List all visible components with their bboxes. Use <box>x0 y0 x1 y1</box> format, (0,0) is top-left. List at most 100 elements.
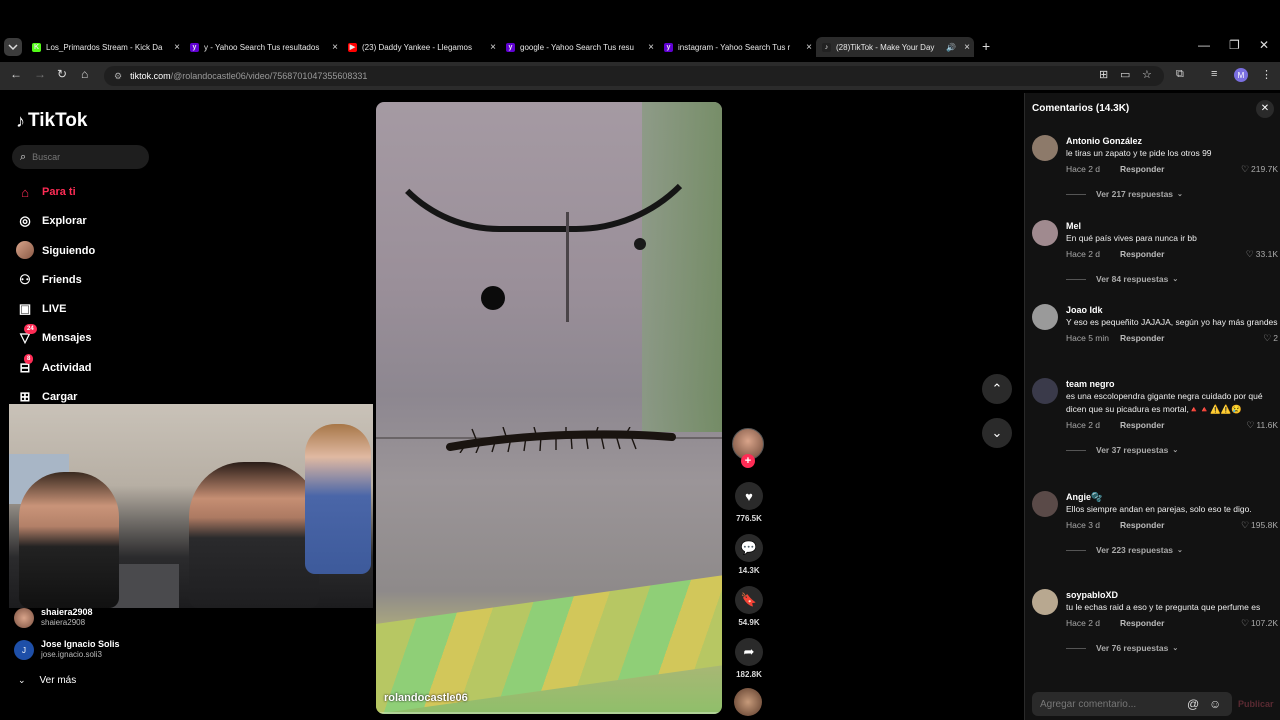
see-more-button[interactable]: ⌄ Ver más <box>18 675 76 686</box>
view-replies-button[interactable]: Ver 217 respuestas ⌄ <box>1066 189 1278 199</box>
nav-item-explorar[interactable]: ◎ Explorar <box>16 210 86 232</box>
profile-avatar[interactable]: M <box>1234 68 1248 82</box>
comments-title: Comentarios (14.3K) <box>1032 103 1130 114</box>
browser-tab[interactable]: y instagram - Yahoo Search Tus r × <box>658 37 816 57</box>
save-button[interactable]: 🔖 54.9K <box>732 586 766 627</box>
search-input[interactable]: ⌕ Buscar <box>12 145 149 169</box>
avatar[interactable] <box>1032 304 1058 330</box>
reload-icon[interactable]: ↻ <box>57 67 67 81</box>
view-replies-label: Ver 217 respuestas <box>1096 189 1174 199</box>
maximize-icon[interactable]: ❐ <box>1229 38 1240 52</box>
comment-username[interactable]: Joao Idk <box>1066 304 1278 316</box>
emoji-icon[interactable]: ☺ <box>1209 697 1221 711</box>
comment-username[interactable]: team negro <box>1066 378 1278 390</box>
view-replies-button[interactable]: Ver 84 respuestas ⌄ <box>1066 274 1278 284</box>
tab-close-icon[interactable]: × <box>802 42 816 53</box>
translate-icon[interactable]: ⊞ <box>1099 68 1108 81</box>
tab-close-icon[interactable]: × <box>644 42 658 53</box>
tab-close-icon[interactable]: × <box>486 42 500 53</box>
comment-time: Hace 2 d <box>1066 164 1101 174</box>
close-icon[interactable]: ✕ <box>1256 100 1274 118</box>
share-icon: ➦ <box>735 638 763 666</box>
comment-button[interactable]: 💬 14.3K <box>732 534 766 575</box>
tab-title: (28)TikTok - Make Your Day <box>836 42 935 52</box>
view-replies-button[interactable]: Ver 223 respuestas ⌄ <box>1066 545 1278 555</box>
like-button[interactable]: ♥ 776.5K <box>732 482 766 523</box>
sound-disc-icon[interactable] <box>734 688 762 716</box>
browser-tab[interactable]: ▶ (23) Daddy Yankee - Llegamos × <box>342 37 500 57</box>
browser-tab[interactable]: ♪ (28)TikTok - Make Your Day 🔊 × <box>816 37 974 57</box>
previous-video-button[interactable]: ⌃ <box>982 374 1012 404</box>
avatar[interactable] <box>1032 589 1058 615</box>
tiktok-note-icon: ♪ <box>16 110 25 131</box>
minimize-icon[interactable]: — <box>1198 38 1210 52</box>
comment-input[interactable]: Agregar comentario... @ ☺ <box>1032 692 1232 716</box>
site-info-icon[interactable]: ⚙ <box>114 71 122 82</box>
tab-close-icon[interactable]: × <box>960 42 974 53</box>
reply-button[interactable]: Responder <box>1120 618 1164 628</box>
reply-button[interactable]: Responder <box>1120 164 1164 174</box>
reply-button[interactable]: Responder <box>1120 333 1164 343</box>
comment-like-button[interactable]: ♡ 195.8K <box>1241 520 1278 531</box>
back-icon[interactable]: ← <box>10 67 22 81</box>
nav-label: Friends <box>42 274 82 286</box>
comment-username[interactable]: Antonio González <box>1066 135 1278 147</box>
view-replies-button[interactable]: Ver 37 respuestas ⌄ <box>1066 445 1278 455</box>
home-icon[interactable]: ⌂ <box>81 67 88 81</box>
share-button[interactable]: ➦ 182.8K <box>732 638 766 679</box>
browser-tab[interactable]: y google - Yahoo Search Tus resu × <box>500 37 658 57</box>
avatar[interactable] <box>1032 491 1058 517</box>
following-account[interactable]: shaiera2908 shaiera2908 <box>14 607 93 628</box>
nav-item-live[interactable]: ▣ LIVE <box>16 298 67 320</box>
view-replies-label: Ver 76 respuestas <box>1096 643 1169 653</box>
video-player[interactable]: rolandocastle06 <box>376 102 722 714</box>
tab-close-icon[interactable]: × <box>328 42 342 53</box>
comment-username[interactable]: Mel <box>1066 220 1278 232</box>
speaker-icon[interactable]: 🔊 <box>946 43 956 52</box>
avatar[interactable] <box>1032 378 1058 404</box>
video-author-caption[interactable]: rolandocastle06 <box>384 692 468 704</box>
activity-icon: ⊟ 8 <box>16 354 34 376</box>
comment-like-button[interactable]: ♡ 2 <box>1263 333 1278 344</box>
forward-icon[interactable]: → <box>34 67 46 81</box>
view-replies-label: Ver 223 respuestas <box>1096 545 1174 555</box>
publish-button[interactable]: Publicar <box>1238 699 1274 709</box>
address-bar[interactable]: ⚙ tiktok.com/@rolandocastle06/video/7568… <box>104 66 1164 86</box>
comment-username[interactable]: soypabloXD <box>1066 589 1278 601</box>
new-tab-button[interactable]: + <box>982 38 990 54</box>
comment-like-button[interactable]: ♡ 11.6K <box>1246 420 1278 431</box>
extensions-icon[interactable]: ⧉ <box>1176 68 1184 81</box>
menu-icon[interactable]: ⋮ <box>1261 68 1272 81</box>
tab-search-button[interactable] <box>4 38 22 56</box>
bookmark-star-icon[interactable]: ☆ <box>1142 68 1152 81</box>
reply-button[interactable]: Responder <box>1120 249 1164 259</box>
comment-like-button[interactable]: ♡ 219.7K <box>1241 164 1278 175</box>
tab-favicon-icon: K <box>32 42 41 52</box>
avatar[interactable] <box>1032 220 1058 246</box>
mention-icon[interactable]: @ <box>1187 697 1199 711</box>
nav-item-siguiendo[interactable]: Siguiendo <box>16 240 95 262</box>
nav-item-mensajes[interactable]: ▽ 24 Mensajes <box>16 324 92 349</box>
next-video-button[interactable]: ⌄ <box>982 418 1012 448</box>
reply-button[interactable]: Responder <box>1120 420 1164 430</box>
browser-tab[interactable]: K Los_Primardos Stream - Kick Da × <box>26 37 184 57</box>
following-account[interactable]: J Jose Ignacio Solis jose.ignacio.soli3 <box>14 639 120 660</box>
video-progress-bar[interactable] <box>376 712 722 714</box>
avatar[interactable] <box>1032 135 1058 161</box>
comment-username[interactable]: Angie🫧 <box>1066 491 1278 503</box>
nav-item-para-ti[interactable]: ⌂ Para ti <box>16 181 76 203</box>
nav-item-actividad[interactable]: ⊟ 8 Actividad <box>16 354 92 379</box>
reply-button[interactable]: Responder <box>1120 520 1164 530</box>
tab-close-icon[interactable]: × <box>170 42 184 53</box>
nav-item-friends[interactable]: ⚇ Friends <box>16 269 82 291</box>
close-window-icon[interactable]: ✕ <box>1259 38 1269 52</box>
cast-icon[interactable]: ▭ <box>1120 68 1130 81</box>
chevron-down-icon: ⌄ <box>1172 447 1179 454</box>
follow-plus-button[interactable]: + <box>741 454 755 468</box>
tiktok-logo[interactable]: ♪ TikTok <box>16 110 87 132</box>
media-icon[interactable]: ≡ <box>1211 68 1217 80</box>
comment-like-button[interactable]: ♡ 33.1K <box>1246 249 1278 260</box>
browser-tab[interactable]: y y - Yahoo Search Tus resultados × <box>184 37 342 57</box>
view-replies-button[interactable]: Ver 76 respuestas ⌄ <box>1066 643 1278 653</box>
comment-like-button[interactable]: ♡ 107.2K <box>1241 618 1278 629</box>
